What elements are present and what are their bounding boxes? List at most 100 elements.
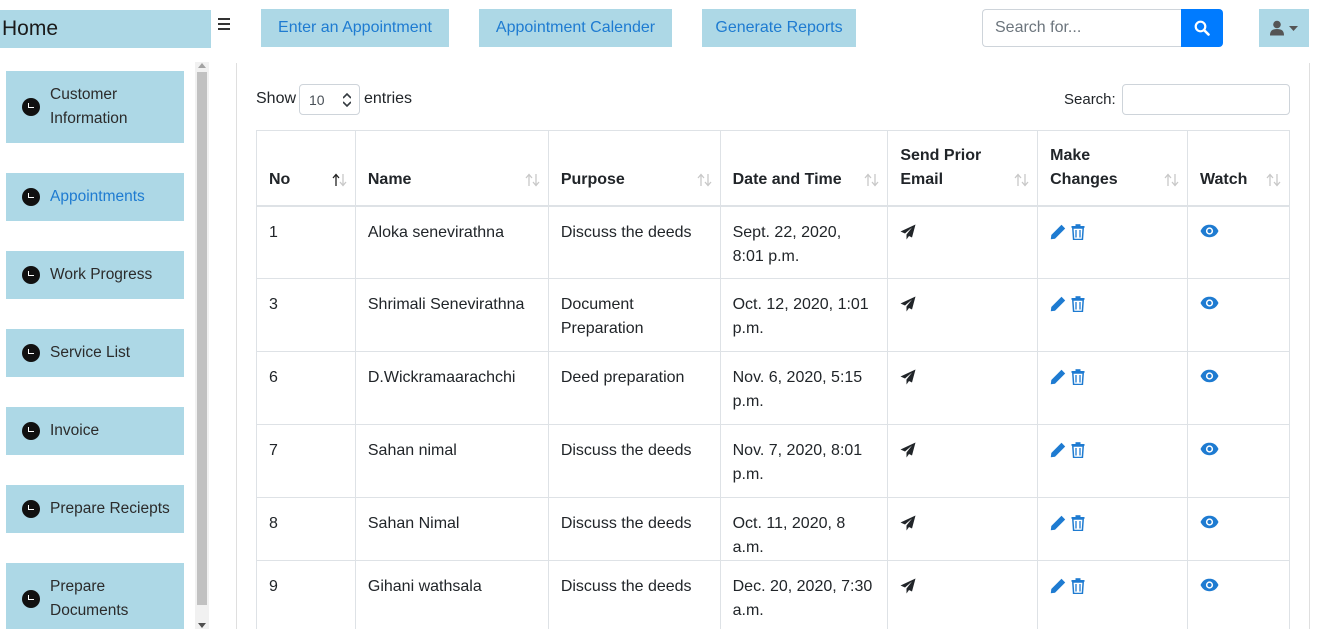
cell-no: 9 xyxy=(256,560,356,629)
cell-date-time: Sept. 22, 2020, 8:01 p.m. xyxy=(719,205,889,279)
pencil-icon[interactable] xyxy=(1050,578,1066,594)
page-length-select[interactable]: 10 xyxy=(299,84,360,115)
cell-send-email xyxy=(887,560,1039,629)
cell-name: Gihani wathsala xyxy=(354,560,549,629)
table-row: 8 Sahan Nimal Discuss the deeds Oct. 11,… xyxy=(256,497,1291,561)
cell-watch xyxy=(1186,560,1291,629)
sidebar-item-prepare-reciepts[interactable]: Prepare Reciepts xyxy=(6,485,184,533)
trash-icon[interactable] xyxy=(1071,578,1085,594)
eye-icon[interactable] xyxy=(1200,442,1219,456)
clock-icon xyxy=(22,344,40,362)
sidebar-item-customer-information[interactable]: Customer Information xyxy=(6,71,184,143)
scroll-up-arrow-icon[interactable] xyxy=(198,63,206,68)
cell-send-email xyxy=(887,497,1039,561)
pencil-icon[interactable] xyxy=(1050,369,1066,385)
cell-purpose: Discuss the deeds xyxy=(547,205,721,279)
cell-no: 6 xyxy=(256,351,356,425)
column-header-label: No xyxy=(269,170,291,188)
paper-plane-icon[interactable] xyxy=(900,224,916,240)
cell-make-changes xyxy=(1037,497,1188,561)
column-header-purpose[interactable]: Purpose xyxy=(547,130,721,207)
trash-icon[interactable] xyxy=(1071,442,1085,458)
user-icon xyxy=(1270,20,1284,36)
clock-icon xyxy=(22,500,40,518)
sidebar: Customer Information Appointments Work P… xyxy=(0,62,211,629)
paper-plane-icon[interactable] xyxy=(900,369,916,385)
enter-appointment-button[interactable]: Enter an Appointment xyxy=(261,9,449,47)
column-header-make-changes[interactable]: Make Changes xyxy=(1037,130,1188,207)
navbar-search-input[interactable] xyxy=(982,9,1181,47)
cell-purpose: Deed preparation xyxy=(547,351,721,425)
brand-home[interactable]: Home xyxy=(0,10,211,48)
cell-date-time: Nov. 6, 2020, 5:15 p.m. xyxy=(719,351,889,425)
cell-make-changes xyxy=(1037,278,1188,352)
clock-icon xyxy=(22,98,40,116)
search-button[interactable] xyxy=(1181,9,1223,47)
sidebar-toggle-icon[interactable] xyxy=(218,18,234,34)
cell-send-email xyxy=(887,205,1039,279)
column-header-no[interactable]: No xyxy=(256,130,356,207)
generate-reports-button[interactable]: Generate Reports xyxy=(702,9,856,47)
eye-icon[interactable] xyxy=(1200,369,1219,383)
trash-icon[interactable] xyxy=(1071,223,1085,240)
clock-icon xyxy=(22,188,40,206)
column-header-name[interactable]: Name xyxy=(354,130,549,207)
eye-icon[interactable] xyxy=(1200,224,1219,238)
page-length-value: 10 xyxy=(309,92,325,108)
trash-icon[interactable] xyxy=(1071,515,1085,531)
user-menu-button[interactable] xyxy=(1259,9,1309,47)
sidebar-scrollbar[interactable] xyxy=(195,62,209,629)
scroll-down-arrow-icon[interactable] xyxy=(198,623,206,628)
column-header-date-and-time[interactable]: Date and Time xyxy=(719,130,889,207)
sidebar-item-label: Prepare Documents xyxy=(50,578,129,619)
trash-icon[interactable] xyxy=(1071,369,1085,385)
select-arrows-icon xyxy=(343,93,351,107)
sort-icon xyxy=(1014,173,1029,186)
table-search-input[interactable] xyxy=(1122,84,1290,115)
pencil-icon[interactable] xyxy=(1050,515,1066,531)
column-header-send-prior-email[interactable]: Send Prior Email xyxy=(887,130,1039,207)
cell-send-email xyxy=(887,351,1039,425)
sort-icon xyxy=(1164,173,1179,186)
sidebar-item-label: Prepare Reciepts xyxy=(50,500,170,517)
eye-icon[interactable] xyxy=(1200,515,1219,529)
column-header-watch[interactable]: Watch xyxy=(1186,130,1291,207)
paper-plane-icon[interactable] xyxy=(900,296,916,312)
sidebar-item-work-progress[interactable]: Work Progress xyxy=(6,251,184,299)
cell-name: Aloka senevirathna xyxy=(354,205,549,279)
sort-asc-icon xyxy=(332,173,347,186)
cell-purpose: Discuss the deeds xyxy=(547,497,721,561)
cell-no: 3 xyxy=(256,278,356,352)
cell-watch xyxy=(1186,351,1291,425)
pencil-icon[interactable] xyxy=(1050,296,1066,312)
pencil-icon[interactable] xyxy=(1050,224,1066,240)
cell-watch xyxy=(1186,497,1291,561)
trash-icon[interactable] xyxy=(1071,296,1085,312)
column-header-label: Date and Time xyxy=(732,170,842,188)
paper-plane-icon[interactable] xyxy=(900,515,916,531)
paper-plane-icon[interactable] xyxy=(900,578,916,594)
cell-send-email xyxy=(887,424,1039,498)
sidebar-item-prepare-documents[interactable]: Prepare Documents xyxy=(6,563,184,629)
cell-date-time: Oct. 12, 2020, 1:01 p.m. xyxy=(719,278,889,352)
sidebar-item-invoice[interactable]: Invoice xyxy=(6,407,184,455)
appointment-calendar-button[interactable]: Appointment Calender xyxy=(479,9,672,47)
navbar-search xyxy=(982,9,1223,47)
sidebar-item-service-list[interactable]: Service List xyxy=(6,329,184,377)
cell-name: Sahan Nimal xyxy=(354,497,549,561)
cell-purpose: Discuss the deeds xyxy=(547,560,721,629)
scroll-thumb[interactable] xyxy=(197,72,207,605)
pencil-icon[interactable] xyxy=(1050,442,1066,458)
table-header-row: No Name Purpose Date and Time Send Prior… xyxy=(256,130,1291,207)
cell-purpose: Discuss the deeds xyxy=(547,424,721,498)
sidebar-item-appointments[interactable]: Appointments xyxy=(6,173,184,221)
cell-date-time: Oct. 11, 2020, 8 a.m. xyxy=(719,497,889,561)
cell-date-time: Nov. 7, 2020, 8:01 p.m. xyxy=(719,424,889,498)
cell-name: D.Wickramaarachchi xyxy=(354,351,549,425)
table-row: 6 D.Wickramaarachchi Deed preparation No… xyxy=(256,351,1291,425)
eye-icon[interactable] xyxy=(1200,296,1219,310)
cell-name: Sahan nimal xyxy=(354,424,549,498)
cell-no: 7 xyxy=(256,424,356,498)
paper-plane-icon[interactable] xyxy=(900,442,916,458)
eye-icon[interactable] xyxy=(1200,578,1219,592)
